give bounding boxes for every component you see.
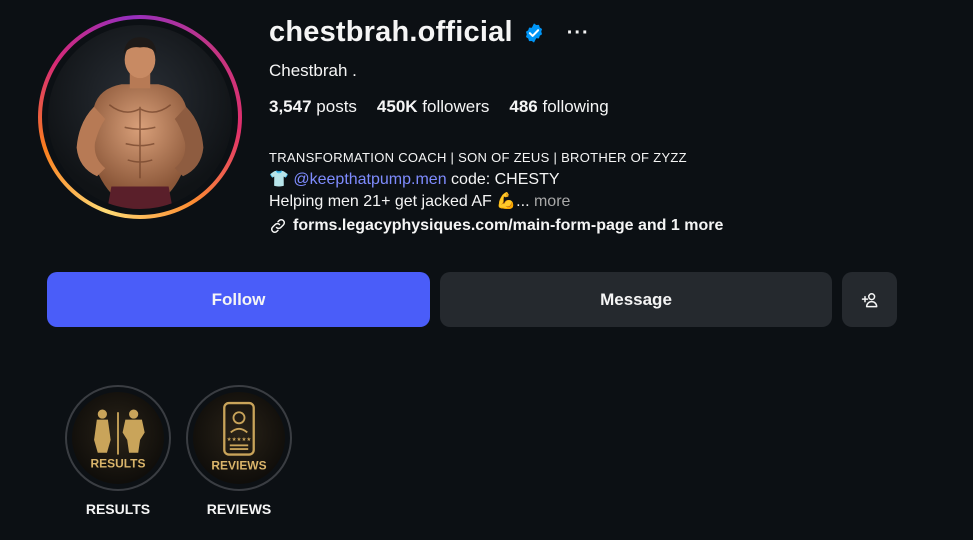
link-text: forms.legacyphysiques.com/main-form-page… <box>293 217 724 234</box>
username: chestbrah.official <box>269 16 513 48</box>
highlight-reviews[interactable]: ★★★★★ REVIEWS REVIEWS <box>185 385 293 517</box>
highlight-results-label: RESULTS <box>85 501 151 517</box>
tshirt-emoji: 👕 <box>269 171 289 188</box>
before-after-icon: RESULTS <box>91 409 146 470</box>
link-icon <box>270 218 286 234</box>
message-button[interactable]: Message <box>440 272 832 327</box>
bio-mission-line: Helping men 21+ get jacked AF 💪... more <box>269 193 571 210</box>
reviews-art-text: REVIEWS <box>211 458 266 472</box>
bio-external-link[interactable]: forms.legacyphysiques.com/main-form-page… <box>269 215 723 237</box>
stars-glyph: ★★★★★ <box>227 437 252 443</box>
phone-review-icon: ★★★★★ REVIEWS <box>211 401 267 472</box>
results-art-text: RESULTS <box>91 456 146 470</box>
promo-code-text: code: CHESTY <box>446 171 560 188</box>
highlight-results[interactable]: RESULTS RESULTS <box>64 385 172 517</box>
profile-bio: TRANSFORMATION COACH | SON OF ZEUS | BRO… <box>269 147 723 237</box>
bio-more-link[interactable]: more <box>530 193 570 210</box>
following-stat[interactable]: 486 following <box>509 97 608 117</box>
profile-avatar[interactable] <box>38 15 242 219</box>
bio-tagline: TRANSFORMATION COACH | SON OF ZEUS | BRO… <box>269 150 687 165</box>
verified-badge-icon <box>525 22 542 43</box>
posts-stat: 3,547 posts <box>269 97 357 116</box>
suggested-users-button[interactable] <box>842 272 897 327</box>
bio-sponsor-line: 👕 @keepthatpump.men code: CHESTY <box>269 169 723 191</box>
add-user-icon <box>861 292 877 307</box>
follow-button[interactable]: Follow <box>47 272 430 327</box>
highlight-results-cover: RESULTS <box>72 392 164 484</box>
highlight-reviews-label: REVIEWS <box>206 501 272 517</box>
highlight-reviews-cover: ★★★★★ REVIEWS <box>193 392 285 484</box>
followers-stat[interactable]: 450K followers <box>377 97 489 117</box>
profile-page: chestbrah.official ··· Chestbrah . 3,547… <box>0 0 973 540</box>
avatar-photo <box>48 25 232 209</box>
username-row: chestbrah.official ··· <box>269 16 590 49</box>
profile-stats: 3,547 posts 450K followers 486 following <box>269 97 609 117</box>
display-name: Chestbrah . <box>269 61 357 80</box>
flexed-biceps-emoji: 💪 <box>496 193 517 210</box>
more-horizontal-icon[interactable]: ··· <box>567 23 590 43</box>
avatar-illustration <box>76 37 204 209</box>
sponsor-handle-link[interactable]: @keepthatpump.men <box>293 171 446 188</box>
